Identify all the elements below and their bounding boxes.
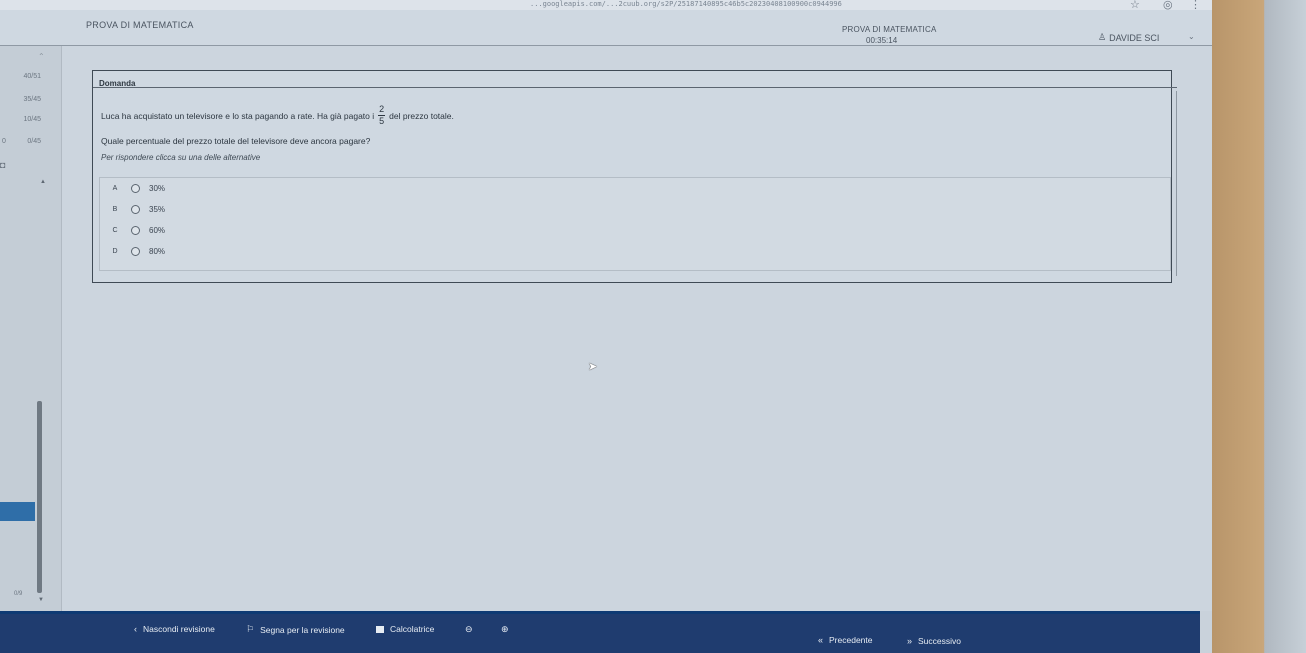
double-chevron-left-icon: « <box>818 635 824 645</box>
question-body: Luca ha acquistato un televisore e lo st… <box>95 91 1177 276</box>
option-letter: C <box>112 226 118 234</box>
fraction-denominator: 5 <box>379 116 385 126</box>
zoom-out-icon: ⊖ <box>465 624 473 634</box>
exam-toolbar: ‹ Nascondi revisione ⚐ Segna per la revi… <box>0 611 1200 653</box>
exam-header: PROVA DI MATEMATICA PROVA DI MATEMATICA … <box>0 10 1212 46</box>
next-button[interactable]: » Successivo <box>907 636 961 646</box>
flag-icon: ◘ <box>0 160 6 170</box>
fraction-numerator: 2 <box>379 104 385 114</box>
user-name: DAVIDE SCI <box>1109 32 1160 43</box>
question-text-after: del prezzo totale. <box>389 110 454 121</box>
option-text: 60% <box>149 225 166 235</box>
question-panel: Domanda Luca ha acquistato un televisore… <box>92 70 1177 283</box>
chevron-left-icon: ‹ <box>134 624 137 634</box>
option-text: 80% <box>149 246 166 256</box>
hide-review-label: Nascondi revisione <box>143 624 215 634</box>
answer-option-c[interactable]: C 60% <box>110 223 165 237</box>
radio-button[interactable] <box>131 183 140 193</box>
mouse-cursor-icon: ➤ <box>588 361 598 373</box>
question-sidebar: ⌃ 40/51 35/45 10/45 0/45 0 ◘ ▲ 0/9 ▼ <box>0 46 62 611</box>
sidebar-score-2[interactable]: 35/45 <box>23 96 41 103</box>
user-icon: ♙ <box>1098 32 1107 42</box>
question-instructions: Per rispondere clicca su una delle alter… <box>101 153 261 162</box>
sidebar-score-1[interactable]: 40/51 <box>23 73 41 80</box>
option-letter: A <box>112 184 118 192</box>
question-text-line1: Luca ha acquistato un televisore e lo st… <box>101 105 454 126</box>
previous-button[interactable]: « Precedente <box>818 635 873 645</box>
option-letter: B <box>112 205 118 213</box>
chevron-up-icon[interactable]: ⌃ <box>38 52 45 61</box>
next-label: Successivo <box>918 636 962 646</box>
radio-button[interactable] <box>131 204 140 214</box>
user-menu[interactable]: ♙ DAVIDE SCI <box>1098 32 1159 43</box>
answer-option-a[interactable]: A 30% <box>110 181 165 195</box>
exam-title: PROVA DI MATEMATICA <box>842 25 937 34</box>
fraction: 2 5 <box>378 104 386 126</box>
exam-timer: 00:35:14 <box>866 36 898 45</box>
calculator-button[interactable]: Calcolatrice <box>376 624 434 634</box>
option-text: 35% <box>149 204 166 214</box>
mark-review-label: Segna per la revisione <box>260 624 345 635</box>
question-text-line2: Quale percentuale del prezzo totale del … <box>101 136 371 146</box>
flag-outline-icon: ⚐ <box>246 624 255 634</box>
radio-button[interactable] <box>131 246 140 256</box>
previous-label: Precedente <box>829 635 873 645</box>
sidebar-scrollbar[interactable] <box>37 401 42 593</box>
browser-top-bar: ...googleapis.com/...2cuub.org/s2P/25187… <box>0 0 1306 11</box>
double-chevron-right-icon: » <box>907 636 913 646</box>
triangle-down-icon[interactable]: ▼ <box>38 597 44 603</box>
sidebar-zero-label: 0 <box>2 138 6 145</box>
sidebar-active-item[interactable] <box>0 502 35 521</box>
radio-button[interactable] <box>131 225 140 235</box>
zoom-out-button[interactable]: ⊖ <box>465 624 473 635</box>
option-letter: D <box>112 247 118 255</box>
option-text: 30% <box>149 183 166 193</box>
monitor-bezel <box>1212 0 1306 653</box>
hide-review-button[interactable]: ‹ Nascondi revisione <box>134 624 215 634</box>
panel-divider <box>93 87 1177 88</box>
calculator-label: Calcolatrice <box>390 624 435 634</box>
triangle-up-icon[interactable]: ▲ <box>40 179 46 185</box>
app-title: PROVA DI MATEMATICA <box>86 20 194 30</box>
answer-option-b[interactable]: B 35% <box>110 202 165 216</box>
calculator-icon <box>376 625 384 633</box>
zoom-in-icon: ⊕ <box>501 624 509 634</box>
mark-review-button[interactable]: ⚐ Segna per la revisione <box>246 624 345 635</box>
zoom-in-button[interactable]: ⊕ <box>501 624 509 635</box>
sidebar-footer-score: 0/9 <box>14 591 23 597</box>
sidebar-score-3[interactable]: 10/45 <box>23 116 41 123</box>
main-content: Domanda Luca ha acquistato un televisore… <box>62 46 1212 611</box>
browser-url[interactable]: ...googleapis.com/...2cuub.org/s2P/25187… <box>530 0 960 8</box>
answer-option-d[interactable]: D 80% <box>110 244 165 258</box>
sidebar-score-4[interactable]: 0/45 <box>27 138 41 145</box>
question-text-before: Luca ha acquistato un televisore e lo st… <box>101 110 375 121</box>
chevron-down-icon[interactable]: ⌄ <box>1188 32 1195 41</box>
answer-options: A 30% B 35% C 60% D 80% <box>99 177 1171 271</box>
